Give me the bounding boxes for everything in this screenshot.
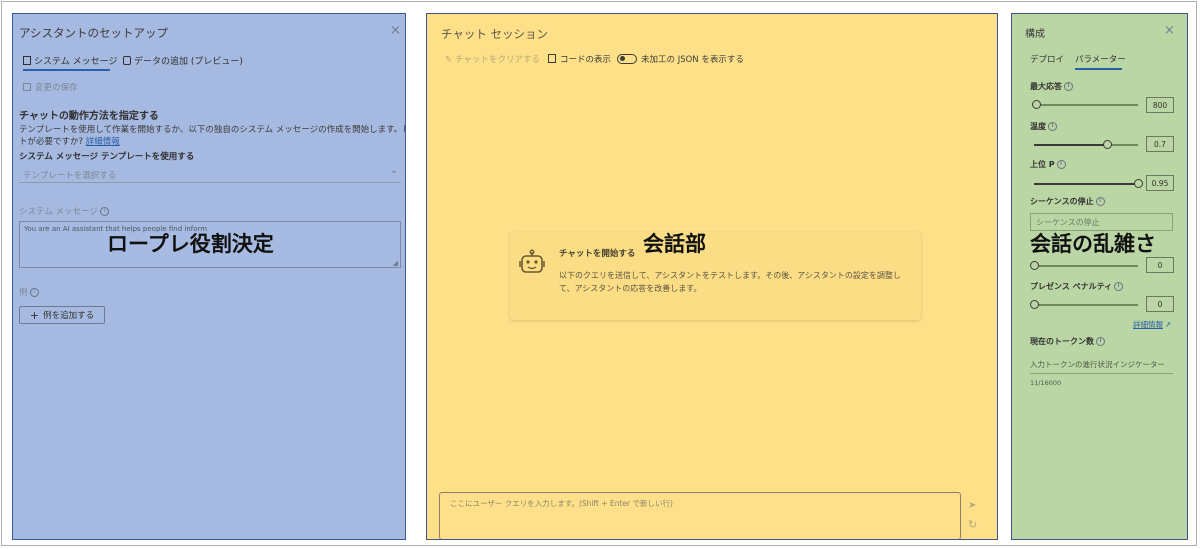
resize-handle-icon[interactable]: ◢ <box>393 259 398 267</box>
info-icon: i <box>1095 197 1105 206</box>
system-message-label: システム メッセージ i <box>19 205 109 217</box>
card-line-1: 以下のクエリを送信して、アシスタントをテストします。その後、アシスタントの設定を… <box>559 271 901 280</box>
tab-deploy[interactable]: デプロイ <box>1030 53 1064 65</box>
user-query-placeholder: ここにユーザー クエリを入力します。(Shift + Enter で新しい行) <box>450 499 673 508</box>
panel-title: 構成 <box>1025 29 1045 40</box>
chevron-down-icon[interactable]: ⌄ <box>390 165 398 176</box>
info-icon: i <box>1064 82 1073 91</box>
token-count-label: 現在のトークン数 i <box>1030 336 1105 347</box>
info-icon: i <box>1048 122 1057 131</box>
description-line-1: テンプレートを使用して作業を開始するか、以下の独自のシステム メッセージの作成を… <box>19 125 406 135</box>
presence-slider-track[interactable] <box>1034 304 1138 306</box>
plus-icon: + <box>29 308 40 322</box>
refresh-icon[interactable]: ↻ <box>968 518 977 531</box>
top-p-input[interactable]: 0.95 <box>1146 175 1174 191</box>
raw-json-toggle[interactable] <box>617 54 637 64</box>
panel-title: チャット セッション <box>441 27 549 41</box>
section-heading: チャットの動作方法を指定する <box>19 111 159 122</box>
frequency-penalty-input[interactable]: 0 <box>1146 257 1174 273</box>
show-code-button[interactable]: コードの表示 <box>548 53 611 65</box>
stop-sequence-label: シーケンスの停止 i <box>1030 196 1105 207</box>
learn-more-link[interactable]: 詳細情報 ↗ <box>1133 319 1171 330</box>
active-tab-indicator <box>1075 68 1122 70</box>
tab-add-data[interactable]: データの追加 (プレビュー) <box>123 54 243 67</box>
start-chat-card: チャットを開始する 以下のクエリを送信して、アシスタントをテストします。その後、… <box>510 232 921 320</box>
slider-fill <box>1034 183 1138 185</box>
assistant-setup-panel: アシスタントのセットアップ × システム メッセージ データの追加 (プレビュー… <box>12 13 406 540</box>
presence-penalty-label: プレゼンス ペナルティ i <box>1030 281 1124 292</box>
annotation-conversation: 会話部 <box>643 232 706 256</box>
presence-slider-thumb[interactable] <box>1030 300 1039 309</box>
tab-parameters[interactable]: パラメーター <box>1075 53 1126 65</box>
slider-thumb[interactable] <box>1103 140 1112 149</box>
max-response-input[interactable]: 800 <box>1146 97 1174 113</box>
configuration-panel: 構成 × デプロイ パラメーター 最大応答 i 800 温度 i 0.7 上位 Pi… <box>1011 13 1188 540</box>
token-count-value: 11/16000 <box>1030 379 1062 387</box>
info-icon: i <box>29 288 39 297</box>
info-icon: i <box>1096 337 1105 346</box>
close-icon[interactable]: × <box>1164 23 1175 38</box>
slider-fill <box>1034 144 1107 146</box>
info-icon: i <box>1056 160 1066 169</box>
raw-json-label: 未加工の JSON を表示する <box>641 55 744 65</box>
clear-chat-button[interactable]: ✎ チャットをクリアする <box>445 53 540 65</box>
template-underline <box>19 182 401 183</box>
slider-thumb[interactable] <box>1032 100 1041 109</box>
info-icon: i <box>1114 282 1124 291</box>
active-tab-indicator <box>23 69 110 71</box>
annotation-roleplay: ロープレ役割決定 <box>107 232 274 256</box>
tab-system-message[interactable]: システム メッセージ <box>23 54 117 67</box>
external-link-icon: ↗ <box>1165 320 1172 329</box>
slider-thumb[interactable] <box>1134 179 1143 188</box>
send-icon[interactable]: ➤ <box>968 500 976 511</box>
card-line-2: て、アシスタントの応答を改善します。 <box>559 284 702 293</box>
stop-sequence-placeholder: シーケンスの停止 <box>1036 218 1100 227</box>
toggle-knob <box>620 56 625 61</box>
database-icon <box>123 56 131 65</box>
info-icon: i <box>99 207 109 216</box>
frequency-slider-track[interactable] <box>1034 265 1138 267</box>
panel-title: アシスタントのセットアップ <box>19 26 169 40</box>
chat-session-panel: チャット セッション ✎ チャットをクリアする コードの表示 未加工の JSON … <box>426 13 998 540</box>
card-title: チャットを開始する <box>559 249 636 259</box>
annotation-randomness: 会話の乱雑さ <box>1030 232 1156 256</box>
learn-more-link[interactable]: 詳細情報 <box>86 137 120 147</box>
save-icon <box>23 83 31 91</box>
document-icon <box>23 56 31 65</box>
examples-label: 例i <box>19 286 39 298</box>
template-label: システム メッセージ テンプレートを使用する <box>19 152 195 162</box>
presence-penalty-input[interactable]: 0 <box>1146 296 1174 312</box>
token-progress-label: 入力トークンの進行状況インジケーター <box>1030 360 1165 369</box>
code-icon <box>548 54 556 63</box>
template-select[interactable]: テンプレートを選択する <box>23 169 116 181</box>
temperature-input[interactable]: 0.7 <box>1146 136 1174 152</box>
user-query-input[interactable]: ここにユーザー クエリを入力します。(Shift + Enter で新しい行) <box>439 492 961 539</box>
add-example-button[interactable]: + 例を追加する <box>19 306 105 324</box>
slider-track[interactable] <box>1034 104 1138 106</box>
robot-icon <box>518 249 546 281</box>
save-changes-button[interactable]: 変更の保存 <box>23 81 78 93</box>
frequency-slider-thumb[interactable] <box>1030 261 1039 270</box>
broom-icon: ✎ <box>445 55 453 65</box>
description-line-2: トが必要ですか? 詳細情報 <box>19 137 120 147</box>
token-progress-bar <box>1030 373 1173 374</box>
close-icon[interactable]: × <box>390 23 401 38</box>
